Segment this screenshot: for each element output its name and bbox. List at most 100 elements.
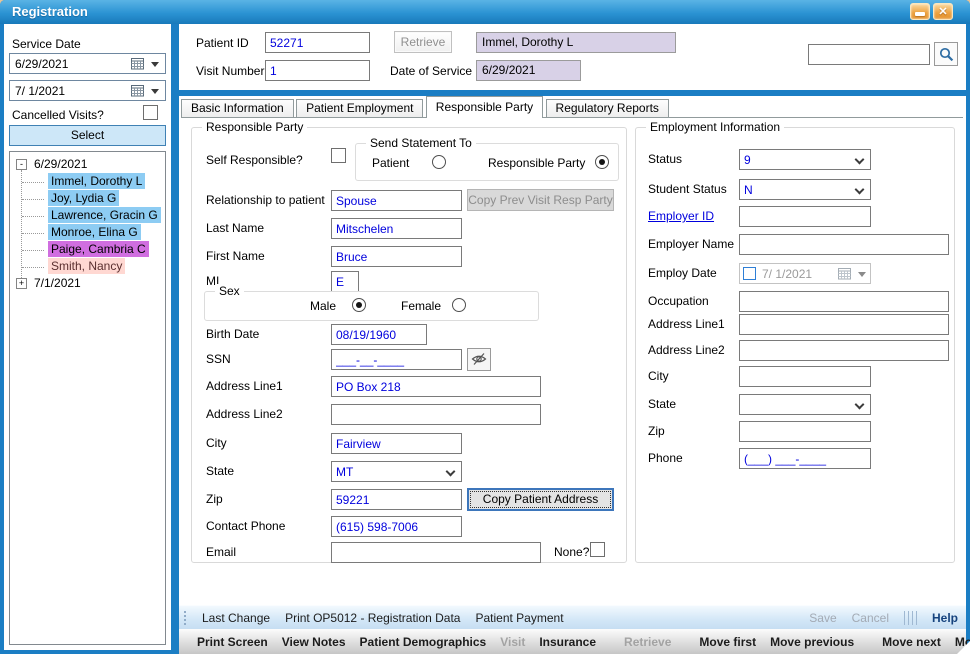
relationship-label: Relationship to patient [206,193,325,207]
zip-field[interactable] [331,489,462,510]
retrieve-nav-button[interactable]: Retrieve [624,635,671,649]
birth-date-label: Birth Date [206,327,259,341]
help-button[interactable]: Help [932,611,958,625]
resize-grip[interactable] [957,641,970,654]
ssn-reveal-button[interactable] [467,348,491,371]
search-input[interactable] [808,44,930,65]
select-button[interactable]: Select [9,125,166,146]
tree-item-label[interactable]: Immel, Dorothy L [48,173,145,189]
chevron-down-icon[interactable] [151,89,159,94]
tree-item-label[interactable]: Monroe, Elina G [48,224,141,240]
chevron-down-icon [855,155,865,165]
employer-id-link[interactable]: Employer ID [648,209,714,223]
titlebar: Registration ✕ [0,0,970,24]
male-radio[interactable] [352,298,366,312]
employer-id-field[interactable] [739,206,871,227]
female-radio[interactable] [452,298,466,312]
tree-item-label[interactable]: Joy, Lydia G [48,190,119,206]
visit-button[interactable]: Visit [500,635,525,649]
insurance-button[interactable]: Insurance [539,635,596,649]
tree-node-date[interactable]: + 7/1/2021 [10,276,165,293]
tab-basic-information[interactable]: Basic Information [181,99,294,117]
address-line1-field[interactable] [331,376,541,397]
tree-item-label[interactable]: Paige, Cambria C [48,241,149,257]
copy-prev-visit-button[interactable]: Copy Prev Visit Resp Party [467,189,614,211]
patient-id-field[interactable] [265,32,370,53]
mi-field[interactable] [331,271,359,292]
employer-zip-field[interactable] [739,421,871,442]
tree-item-patient[interactable]: Joy, Lydia G [10,191,165,208]
occupation-field[interactable] [739,291,949,312]
chevron-down-icon [855,185,865,195]
print-screen-button[interactable]: Print Screen [197,635,268,649]
employ-date-picker[interactable]: 7/ 1/2021 [739,263,871,284]
tree-node-label[interactable]: 6/29/2021 [34,157,87,171]
tab-regulatory-reports[interactable]: Regulatory Reports [546,99,669,117]
visit-number-field[interactable] [265,60,370,81]
tree-item-patient[interactable]: Smith, Nancy [10,259,165,276]
chevron-down-icon[interactable] [858,272,866,277]
employer-name-field[interactable] [739,234,949,255]
view-notes-button[interactable]: View Notes [282,635,346,649]
tree-node-label[interactable]: 7/1/2021 [34,276,81,290]
employer-phone-field[interactable] [739,448,871,469]
relationship-field[interactable] [331,190,462,211]
tree-item-label[interactable]: Lawrence, Gracin G [48,207,161,223]
first-name-field[interactable] [331,246,462,267]
self-responsible-checkbox[interactable] [331,148,346,163]
tree-item-patient[interactable]: Monroe, Elina G [10,225,165,242]
patient-radio[interactable] [432,155,446,169]
employ-date-checkbox[interactable] [743,267,756,280]
tree-item-patient[interactable]: Paige, Cambria C [10,242,165,259]
employer-address-line1-label: Address Line1 [648,317,725,331]
employer-address-line2-field[interactable] [739,340,949,361]
state-select[interactable]: MT [331,461,462,482]
email-field[interactable] [331,542,541,563]
tab-responsible-party[interactable]: Responsible Party [426,96,543,118]
save-button[interactable]: Save [809,611,836,625]
tree-node-date[interactable]: - 6/29/2021 [10,157,165,174]
service-date-from-picker[interactable]: 6/29/2021 [9,53,166,74]
employer-state-select[interactable] [739,394,871,415]
last-change-button[interactable]: Last Change [202,611,270,625]
ssn-field[interactable] [331,349,462,370]
cancel-button[interactable]: Cancel [852,611,889,625]
visit-tree[interactable]: - 6/29/2021 Immel, Dorothy L Joy, Lydia … [9,151,166,645]
close-icon: ✕ [934,5,952,18]
tree-item-patient[interactable]: Immel, Dorothy L [10,174,165,191]
expand-icon[interactable]: + [16,278,27,289]
occupation-label: Occupation [648,294,709,308]
print-registration-button[interactable]: Print OP5012 - Registration Data [285,611,460,625]
city-field[interactable] [331,433,462,454]
tree-item-label[interactable]: Smith, Nancy [48,258,125,274]
status-select[interactable]: 9 [739,149,871,170]
move-next-button[interactable]: Move next [882,635,941,649]
tree-item-patient[interactable]: Lawrence, Gracin G [10,208,165,225]
patient-payment-button[interactable]: Patient Payment [475,611,563,625]
employer-address-line1-field[interactable] [739,314,949,335]
employer-city-field[interactable] [739,366,871,387]
last-name-field[interactable] [331,218,462,239]
toolbar-grip[interactable] [183,610,187,626]
email-none-checkbox[interactable] [590,542,605,557]
search-button[interactable] [934,42,958,66]
move-first-button[interactable]: Move first [699,635,756,649]
address-line2-field[interactable] [331,404,541,425]
group-title: Employment Information [646,120,784,134]
retrieve-button[interactable]: Retrieve [394,31,452,53]
copy-patient-address-button[interactable]: Copy Patient Address [467,488,614,511]
birth-date-field[interactable] [331,324,427,345]
service-date-to-picker[interactable]: 7/ 1/2021 [9,80,166,101]
tab-patient-employment[interactable]: Patient Employment [296,99,423,117]
chevron-down-icon[interactable] [151,62,159,67]
student-status-select[interactable]: N [739,179,871,200]
cancelled-visits-label: Cancelled Visits? [12,108,104,122]
minimize-button[interactable] [910,3,930,20]
cancelled-visits-checkbox[interactable] [143,105,158,120]
close-button[interactable]: ✕ [933,3,953,20]
responsible-party-radio[interactable] [595,155,609,169]
move-previous-button[interactable]: Move previous [770,635,854,649]
contact-phone-field[interactable] [331,516,462,537]
collapse-icon[interactable]: - [16,159,27,170]
patient-demographics-button[interactable]: Patient Demographics [360,635,487,649]
